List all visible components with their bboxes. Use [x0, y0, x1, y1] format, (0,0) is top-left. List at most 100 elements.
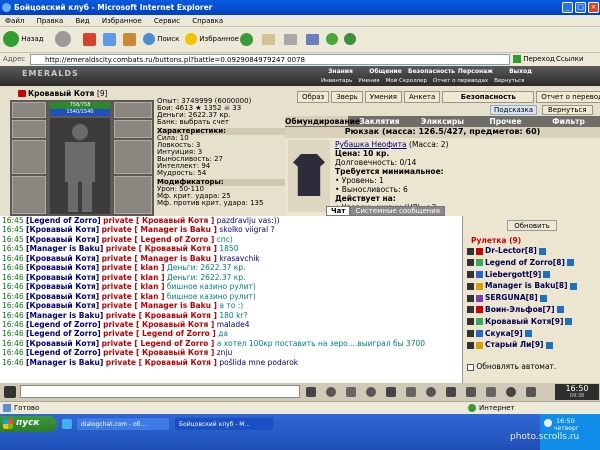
- private-tag[interactable]: private [ klan ]: [102, 273, 165, 282]
- menu-view[interactable]: Вид: [70, 15, 94, 25]
- player-row[interactable]: Manager is Baku[8]: [467, 280, 599, 292]
- private-tag[interactable]: private [ Кровавый Котя ]: [103, 216, 214, 225]
- private-tag[interactable]: private [ Legend of Zorro ]: [102, 339, 215, 348]
- door-icon[interactable]: [466, 387, 476, 397]
- settings-icon[interactable]: [426, 387, 436, 397]
- address-input[interactable]: http://emeraldscity.combats.ru/buttons.p…: [30, 54, 510, 65]
- nav-character[interactable]: Персонаж: [453, 68, 498, 75]
- player-info-icon[interactable]: [524, 330, 532, 338]
- print-button[interactable]: [284, 31, 297, 48]
- private-tag[interactable]: private [ Кровавый Котя ]: [106, 244, 217, 253]
- private-chat-icon[interactable]: [467, 247, 474, 255]
- back-button[interactable]: Назад: [3, 31, 44, 48]
- player-info-icon[interactable]: [556, 306, 564, 314]
- message-author[interactable]: [Кровавый Котя]: [26, 273, 99, 282]
- map-icon[interactable]: [486, 387, 496, 397]
- private-chat-icon[interactable]: [467, 330, 474, 338]
- task-fightclub[interactable]: Бойцовский клуб - M...: [174, 417, 274, 431]
- player-name[interactable]: Кровавый Котя[9]: [485, 317, 563, 326]
- stat-bank[interactable]: Банк: выбрать счет: [157, 119, 287, 126]
- private-tag[interactable]: private [ Manager is Baku ]: [102, 301, 217, 310]
- message-author[interactable]: [Legend of Zorro]: [26, 348, 101, 357]
- sound-icon[interactable]: [366, 387, 376, 397]
- private-tag[interactable]: private [ klan ]: [102, 263, 165, 272]
- nav-knowledge[interactable]: Знания: [318, 68, 363, 75]
- ring-slot[interactable]: [114, 102, 152, 118]
- player-info-icon[interactable]: [569, 282, 577, 290]
- exit-icon[interactable]: [446, 387, 456, 397]
- stop-chat-icon[interactable]: [406, 387, 416, 397]
- private-chat-icon[interactable]: [467, 306, 474, 314]
- minimize-button[interactable]: _: [562, 2, 573, 13]
- quicklaunch-ie-icon[interactable]: [62, 419, 72, 429]
- player-name[interactable]: SERGUNA[8]: [485, 293, 538, 302]
- forward-button[interactable]: [55, 31, 71, 48]
- mail-button[interactable]: [262, 31, 275, 48]
- auto-refresh-checkbox[interactable]: [467, 363, 474, 371]
- close-button[interactable]: ×: [588, 2, 599, 13]
- tab-chat[interactable]: Чат: [326, 206, 351, 216]
- boots-slot[interactable]: [114, 176, 152, 214]
- private-chat-icon[interactable]: [467, 259, 474, 267]
- private-tag[interactable]: private [ Legend of Zorro ]: [103, 329, 216, 338]
- nav-skills[interactable]: Умения: [355, 78, 382, 84]
- return-button[interactable]: Вернуться: [542, 105, 593, 115]
- player-info-icon[interactable]: [545, 341, 553, 349]
- clear-icon[interactable]: [306, 387, 316, 397]
- menu-icon[interactable]: [4, 386, 16, 398]
- tab-filter[interactable]: Фильтр: [537, 116, 600, 126]
- menu-favorites[interactable]: Избранное: [97, 15, 147, 25]
- private-tag[interactable]: private [ Manager is Baku ]: [102, 254, 217, 263]
- messenger-button[interactable]: [344, 31, 356, 48]
- player-row[interactable]: Dr-Lector[8]: [467, 245, 599, 257]
- tab-equipment[interactable]: Обмундирование: [285, 116, 360, 126]
- menu-help[interactable]: Справка: [187, 15, 228, 25]
- nav-transfer-report[interactable]: Отчет о переводах: [430, 78, 491, 84]
- go-button[interactable]: Переход: [513, 54, 555, 65]
- refresh-button[interactable]: [103, 31, 116, 48]
- message-author[interactable]: [Кровавый Котя]: [26, 339, 99, 348]
- message-author[interactable]: [Кровавый Котя]: [26, 263, 99, 272]
- player-name[interactable]: Legend of Zorro[8]: [485, 258, 565, 267]
- message-author[interactable]: [Manager is Baku]: [26, 311, 103, 320]
- player-name[interactable]: Воин-Эльфов[7]: [485, 305, 555, 314]
- chat-input[interactable]: [20, 385, 300, 398]
- private-chat-icon[interactable]: [467, 341, 474, 349]
- stop-button[interactable]: [83, 31, 96, 48]
- filter-icon[interactable]: [326, 387, 336, 397]
- message-author[interactable]: [Legend of Zorro]: [26, 216, 101, 225]
- player-info-icon[interactable]: [539, 294, 547, 302]
- auto-refresh-toggle[interactable]: Обновлять автомат.: [467, 362, 556, 371]
- private-tag[interactable]: private [ Manager is Baku ]: [102, 225, 217, 234]
- refresh-roster-button[interactable]: Обновить: [507, 220, 557, 231]
- player-name[interactable]: Liebergott[9]: [485, 270, 541, 279]
- player-row[interactable]: SERGUNA[8]: [467, 292, 599, 304]
- skills-button[interactable]: Умения: [364, 91, 402, 103]
- search-button[interactable]: Поиск: [143, 31, 179, 48]
- private-tag[interactable]: private [ Legend of Zorro ]: [102, 235, 215, 244]
- nav-return[interactable]: Вернуться: [491, 78, 527, 84]
- transfer-report-button[interactable]: Отчет о переводах: [536, 91, 600, 103]
- edit-button[interactable]: [306, 31, 319, 48]
- start-button[interactable]: пуск: [0, 416, 57, 432]
- maximize-button[interactable]: □: [575, 2, 586, 13]
- private-tag[interactable]: private [ Кровавый Котя ]: [106, 311, 217, 320]
- player-row[interactable]: Воин-Эльфов[7]: [467, 304, 599, 316]
- menu-edit[interactable]: Правка: [32, 15, 69, 25]
- tab-other[interactable]: Прочее: [474, 116, 537, 126]
- tab-elixirs[interactable]: Эликсиры: [411, 116, 474, 126]
- player-info-icon[interactable]: [566, 259, 574, 267]
- private-tag[interactable]: private [ Кровавый Котя ]: [103, 320, 214, 329]
- message-author[interactable]: [Кровавый Котя]: [26, 301, 99, 310]
- image-button[interactable]: Образ: [297, 91, 330, 103]
- private-chat-icon[interactable]: [467, 282, 474, 290]
- history-button[interactable]: [240, 31, 253, 48]
- player-info-icon[interactable]: [543, 271, 551, 279]
- message-author[interactable]: [Кровавый Котя]: [26, 282, 99, 291]
- profile-button[interactable]: Анкета: [404, 91, 441, 103]
- player-name[interactable]: Dr-Lector[8]: [485, 246, 537, 255]
- player-name[interactable]: Старый Ли[9]: [485, 340, 544, 349]
- nav-exit[interactable]: Выход: [498, 68, 543, 75]
- private-tag[interactable]: private [ klan ]: [102, 282, 165, 291]
- private-tag[interactable]: private [ Кровавый Котя ]: [106, 358, 217, 367]
